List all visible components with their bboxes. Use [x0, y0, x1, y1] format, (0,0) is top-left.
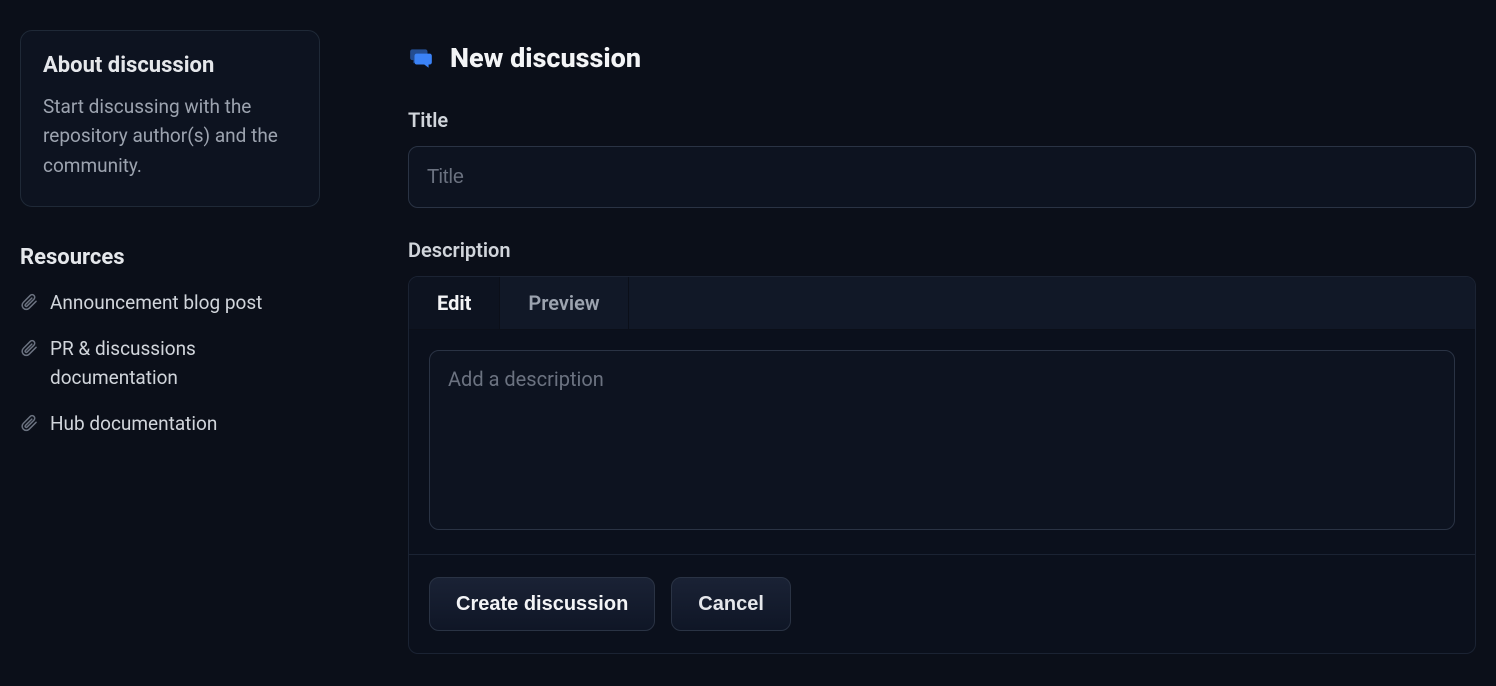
cancel-button[interactable]: Cancel [671, 577, 791, 631]
discussion-icon [408, 45, 434, 71]
title-section: Title [408, 108, 1476, 208]
description-section: Description Edit Preview Create discussi… [408, 238, 1476, 654]
tab-preview[interactable]: Preview [500, 277, 628, 329]
description-textarea[interactable] [429, 350, 1455, 530]
title-input[interactable] [408, 146, 1476, 208]
description-label: Description [408, 238, 1476, 262]
title-label: Title [408, 108, 1476, 132]
paperclip-icon [20, 339, 38, 357]
resource-link-announcement[interactable]: Announcement blog post [50, 288, 262, 317]
actions-bar: Create discussion Cancel [408, 555, 1476, 654]
sidebar: About discussion Start discussing with t… [20, 30, 350, 666]
create-discussion-button[interactable]: Create discussion [429, 577, 655, 631]
editor-wrap [409, 330, 1475, 554]
about-text: Start discussing with the repository aut… [43, 92, 297, 180]
paperclip-icon [20, 293, 38, 311]
page-title: New discussion [450, 42, 641, 74]
resource-item: PR & discussions documentation [20, 334, 320, 393]
main-content: New discussion Title Description Edit Pr… [350, 30, 1476, 666]
resource-item: Hub documentation [20, 409, 320, 438]
paperclip-icon [20, 414, 38, 432]
tab-edit[interactable]: Edit [409, 277, 500, 329]
page-heading-row: New discussion [408, 42, 1476, 74]
resource-link-pr-docs[interactable]: PR & discussions documentation [50, 334, 320, 393]
about-title: About discussion [43, 53, 297, 78]
about-discussion-card: About discussion Start discussing with t… [20, 30, 320, 207]
description-panel: Edit Preview [408, 276, 1476, 555]
resource-item: Announcement blog post [20, 288, 320, 317]
resource-link-hub-docs[interactable]: Hub documentation [50, 409, 217, 438]
resources-list: Announcement blog post PR & discussions … [20, 288, 320, 438]
resources-heading: Resources [20, 245, 320, 270]
editor-tabs: Edit Preview [409, 277, 1475, 330]
